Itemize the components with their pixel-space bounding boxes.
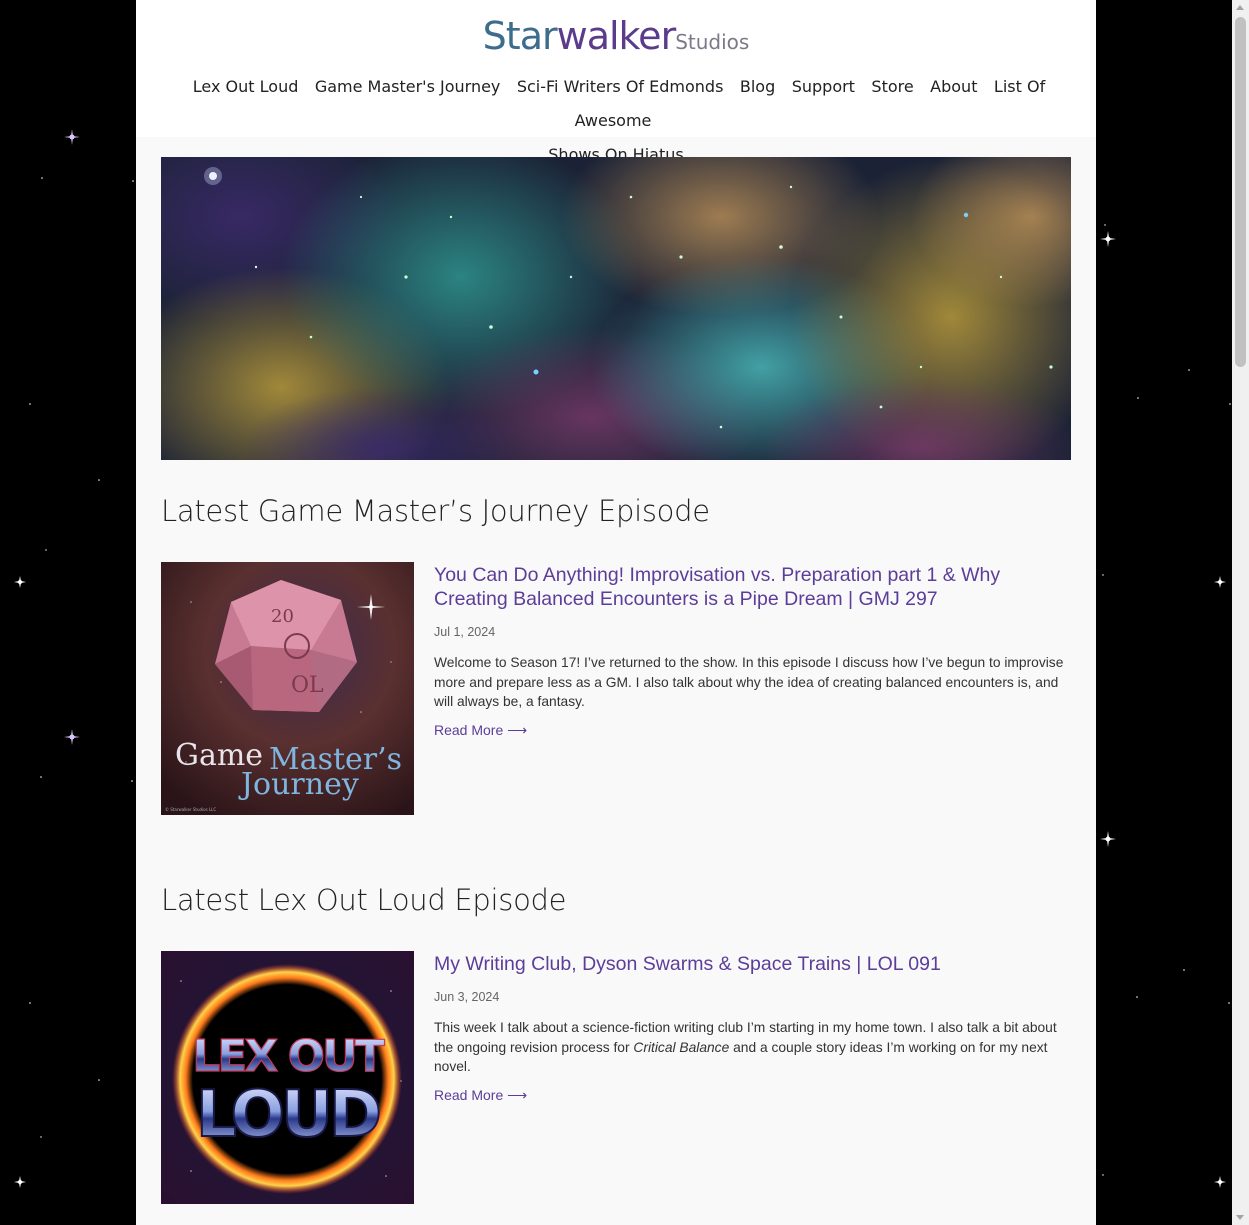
gmj-episode-date: Jul 1, 2024 <box>434 625 496 639</box>
hero-nebula-banner <box>161 157 1071 460</box>
nav-about[interactable]: About <box>930 77 977 96</box>
logo-text-walker: walker <box>556 14 677 58</box>
section-heading-gmj: Latest Game Master’s Journey Episode <box>161 494 710 528</box>
lol-episode-date: Jun 3, 2024 <box>434 990 500 1004</box>
main-nav: Lex Out Loud Game Master's Journey Sci-F… <box>136 56 1096 172</box>
gmj-read-more-link[interactable]: Read More ⟶ <box>434 722 527 739</box>
nav-blog[interactable]: Blog <box>740 77 775 96</box>
lol-art-line2: LOUD <box>196 1078 379 1152</box>
nav-sci-fi-writers[interactable]: Sci-Fi Writers Of Edmonds <box>517 77 724 96</box>
site-logo[interactable]: StarwalkerStudios <box>136 0 1096 58</box>
nav-lex-out-loud[interactable]: Lex Out Loud <box>193 77 299 96</box>
site-header: StarwalkerStudios Lex Out Loud Game Mast… <box>136 0 1096 164</box>
lol-episode-excerpt: This week I talk about a science-fiction… <box>434 1018 1074 1077</box>
gmj-art-word-journey: Journey <box>238 767 359 802</box>
sparkle-star <box>64 129 80 145</box>
logo-text-studios: Studios <box>675 30 750 54</box>
lol-episode-title-link[interactable]: My Writing Club, Dyson Swarms & Space Tr… <box>434 952 1074 976</box>
lol-read-more-link[interactable]: Read More ⟶ <box>434 1087 527 1104</box>
gmj-episode-entry: You Can Do Anything! Improvisation vs. P… <box>434 563 1074 740</box>
gmj-episode-excerpt: Welcome to Season 17! I’ve returned to t… <box>434 655 1064 709</box>
scrollbar-thumb[interactable] <box>1235 17 1246 367</box>
scroll-down-arrow-icon[interactable] <box>1236 1215 1244 1220</box>
gmj-art-copyright: © Starwalker Studios LLC <box>165 807 216 812</box>
section-heading-lol: Latest Lex Out Loud Episode <box>161 883 567 917</box>
nav-store[interactable]: Store <box>871 77 913 96</box>
svg-text:OL: OL <box>291 673 324 698</box>
gmj-episode-title-link[interactable]: You Can Do Anything! Improvisation vs. P… <box>434 563 1074 611</box>
lol-cover-art[interactable]: LEX OUT LOUD <box>161 951 414 1204</box>
lol-episode-entry: My Writing Club, Dyson Swarms & Space Tr… <box>434 952 1074 1105</box>
logo-text-star: Star <box>482 14 558 58</box>
lol-excerpt-book-title: Critical Balance <box>633 1039 730 1055</box>
page-container: StarwalkerStudios Lex Out Loud Game Mast… <box>136 0 1096 1225</box>
lol-art-line1: LEX OUT <box>192 1031 384 1082</box>
gmj-cover-art[interactable]: 20 OL Game Master’s Journey © Starwalker… <box>161 562 414 815</box>
svg-text:20: 20 <box>271 606 294 627</box>
vertical-scrollbar[interactable] <box>1232 0 1249 1225</box>
scroll-up-arrow-icon[interactable] <box>1236 5 1244 10</box>
nav-game-masters-journey[interactable]: Game Master's Journey <box>315 77 501 96</box>
nav-support[interactable]: Support <box>792 77 855 96</box>
